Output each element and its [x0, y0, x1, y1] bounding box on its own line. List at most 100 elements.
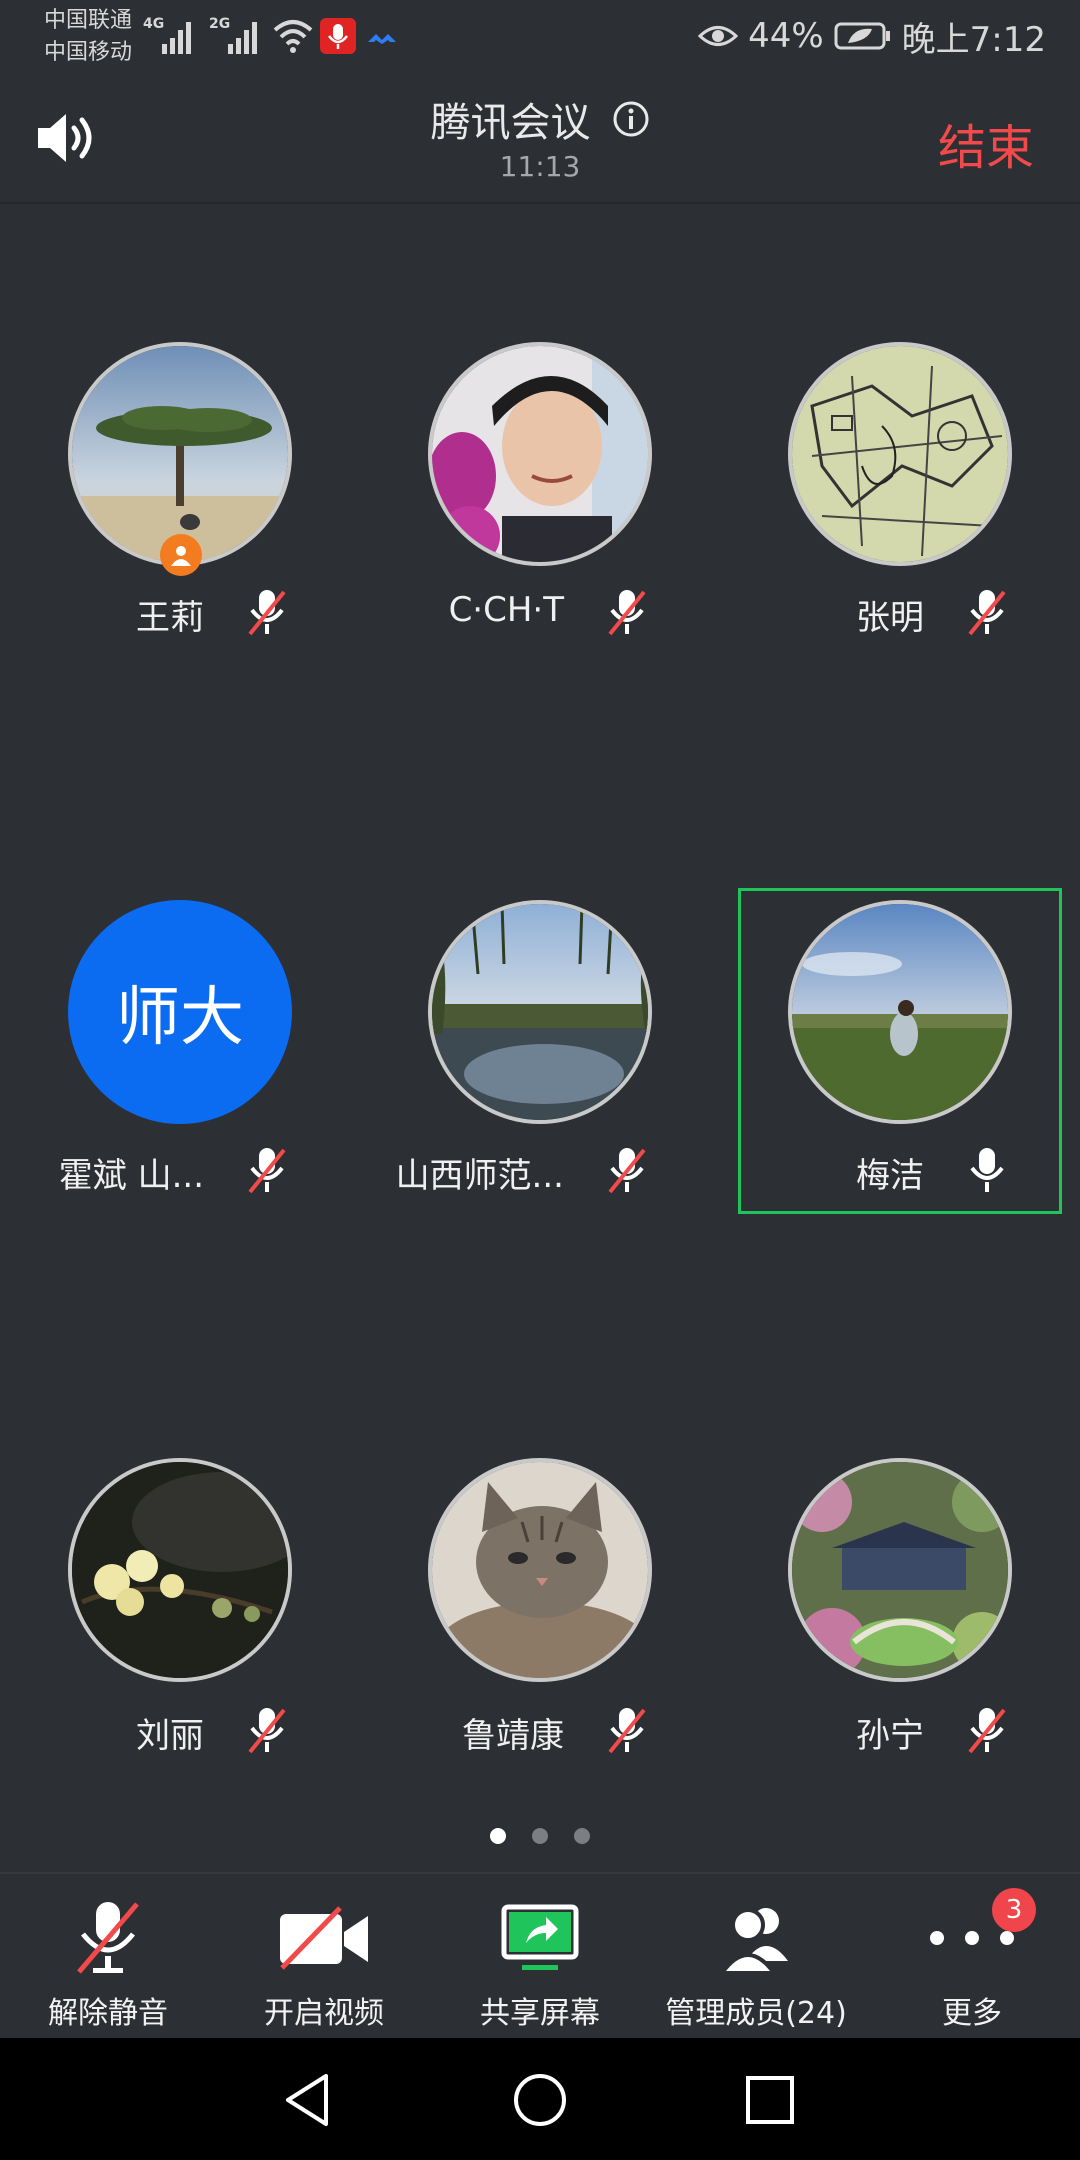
members-icon — [718, 1908, 788, 1975]
cat-photo-avatar — [432, 1462, 648, 1678]
page-dot-2[interactable] — [532, 1828, 548, 1844]
participant-nameplate: 王莉 — [0, 582, 360, 642]
end-meeting-button[interactable]: 结束 — [938, 108, 1034, 178]
notification-badge: 3 — [992, 1888, 1036, 1932]
participant-name: C·CH·T — [448, 590, 564, 630]
page-indicator — [0, 1828, 1080, 1844]
title-group: 腾讯会议 — [0, 90, 1080, 148]
participant-name: 山西师范... — [395, 1156, 564, 1196]
mic-muted-icon — [77, 1902, 139, 1974]
mic-muted-icon — [248, 1708, 286, 1754]
system-nav-bar — [0, 2038, 1080, 2160]
recents-icon[interactable] — [738, 2068, 802, 2132]
share-screen-icon — [501, 1904, 579, 1970]
meeting-toolbar: 解除静音 开启视频 共享屏幕 管理成员(24) 3 更多 — [0, 1872, 1080, 2038]
participant-tile[interactable]: 王莉 — [0, 204, 360, 764]
avatar — [788, 900, 1012, 1124]
avatar — [788, 342, 1012, 566]
mic-muted-icon — [968, 1708, 1006, 1754]
participant-nameplate: 鲁靖康 — [360, 1700, 720, 1760]
meeting-app-icon — [368, 34, 396, 44]
back-icon[interactable] — [276, 2068, 340, 2132]
flower-photo-avatar — [72, 1462, 288, 1678]
participant-name: 梅洁 — [856, 1156, 924, 1196]
participant-name: 刘丽 — [136, 1716, 204, 1756]
mic-muted-icon — [968, 590, 1006, 636]
avatar-initials: 师大 — [116, 981, 244, 1055]
manage-members-label: 管理成员(24) — [665, 1996, 847, 2031]
participant-nameplate: 孙宁 — [720, 1700, 1080, 1760]
battery-icon — [834, 22, 890, 50]
tree-photo-avatar — [72, 346, 288, 562]
mic-muted-icon — [248, 590, 286, 636]
mic-muted-icon — [248, 1148, 286, 1194]
participant-name: 王莉 — [136, 598, 204, 638]
participant-tile[interactable]: C·CH·T — [360, 204, 720, 764]
participant-tile[interactable]: 孙宁 — [720, 1316, 1080, 1876]
carrier-1: 中国联通 — [44, 8, 133, 33]
participant-nameplate: 霍斌 山... — [0, 1140, 360, 1200]
info-icon[interactable] — [612, 100, 650, 138]
meeting-timer: 11:13 — [499, 150, 581, 183]
participant-name: 张明 — [856, 598, 924, 638]
lake-photo-avatar — [432, 904, 648, 1120]
host-badge-icon — [160, 534, 202, 576]
participant-tile[interactable]: 张明 — [720, 204, 1080, 764]
participant-tile[interactable]: 师大 霍斌 山... — [0, 760, 360, 1320]
carrier-2: 中国移动 — [44, 40, 133, 65]
more-label: 更多 — [942, 1996, 1002, 2031]
participant-name: 孙宁 — [856, 1716, 924, 1756]
participant-nameplate: 刘丽 — [0, 1700, 360, 1760]
avatar — [68, 1458, 292, 1682]
avatar — [788, 1458, 1012, 1682]
participant-grid: 王莉 C·CH·T 张明 师大 霍斌 山... 山西师范... 梅洁 刘丽 鲁靖… — [0, 204, 1080, 1870]
meeting-title: 腾讯会议 — [430, 100, 591, 146]
unmute-button[interactable]: 解除静音 — [0, 1874, 216, 2040]
participant-name: 霍斌 山... — [58, 1156, 204, 1196]
avatar — [428, 342, 652, 566]
home-icon[interactable] — [508, 2068, 572, 2132]
participant-tile[interactable]: 山西师范... — [360, 760, 720, 1320]
status-right-group: 44% 晚上7:12 — [698, 14, 1046, 60]
meeting-header: 腾讯会议 11:13 结束 — [0, 72, 1080, 204]
garden-photo-avatar — [792, 1462, 1008, 1678]
wifi-icon — [273, 20, 313, 53]
avatar — [68, 342, 292, 566]
participant-nameplate: 山西师范... — [360, 1140, 720, 1200]
share-screen-label: 共享屏幕 — [480, 1996, 600, 2031]
eye-comfort-icon — [698, 26, 739, 46]
participant-nameplate: 梅洁 — [720, 1140, 1080, 1200]
unmute-label: 解除静音 — [48, 1996, 168, 2031]
text-avatar: 师大 — [68, 900, 292, 1124]
participant-tile-active[interactable]: 梅洁 — [720, 760, 1080, 1320]
map-drawing-avatar — [792, 346, 1008, 562]
video-off-icon — [280, 1906, 368, 1970]
signal-icon-1 — [162, 22, 191, 54]
mic-on-icon — [970, 1148, 1004, 1192]
avatar — [428, 900, 652, 1124]
page-dot-1[interactable] — [490, 1828, 506, 1844]
start-video-button[interactable]: 开启视频 — [216, 1874, 432, 2040]
manage-members-button[interactable]: 管理成员(24) — [648, 1874, 864, 2040]
participant-nameplate: 张明 — [720, 582, 1080, 642]
share-screen-button[interactable]: 共享屏幕 — [432, 1874, 648, 2040]
participant-tile[interactable]: 刘丽 — [0, 1316, 360, 1876]
grassland-photo-avatar — [792, 904, 1008, 1120]
recording-mic-icon — [320, 18, 356, 54]
battery-percent: 44% — [748, 16, 824, 56]
status-bar: 中国联通 中国移动 4G 2G 44% 晚上7:12 — [0, 0, 1080, 72]
participant-nameplate: C·CH·T — [360, 582, 720, 642]
avatar — [428, 1458, 652, 1682]
mic-muted-icon — [608, 1708, 646, 1754]
signal-icon-2 — [228, 22, 257, 54]
clock: 晚上7:12 — [901, 19, 1046, 60]
more-button[interactable]: 3 更多 — [864, 1874, 1080, 2040]
start-video-label: 开启视频 — [264, 1996, 384, 2031]
participant-tile[interactable]: 鲁靖康 — [360, 1316, 720, 1876]
participant-name: 鲁靖康 — [462, 1716, 564, 1756]
mic-muted-icon — [608, 1148, 646, 1194]
page-dot-3[interactable] — [574, 1828, 590, 1844]
selfie-photo-avatar — [432, 346, 648, 562]
mic-muted-icon — [608, 590, 646, 636]
more-dots-icon — [930, 1931, 1014, 1945]
